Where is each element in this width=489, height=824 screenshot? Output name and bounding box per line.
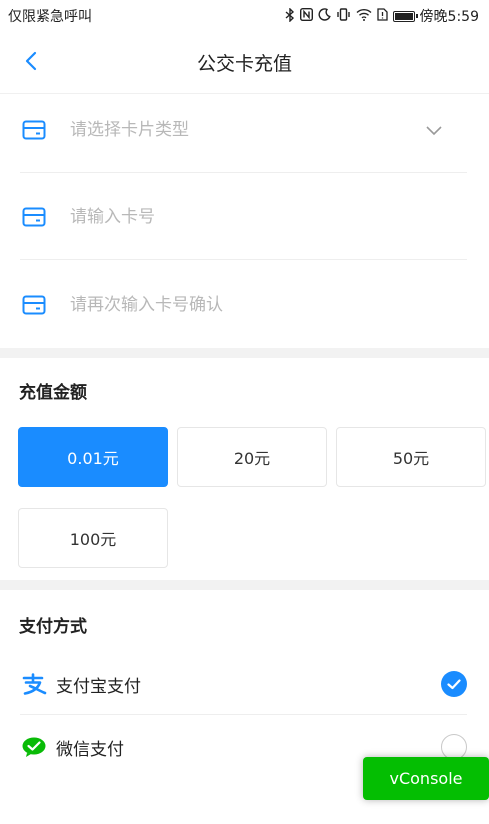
nav-bar: 公交卡充值 (0, 32, 489, 94)
sim-alert-icon (376, 8, 388, 24)
battery-icon (392, 10, 418, 22)
card-icon (21, 119, 47, 141)
payment-option-alipay[interactable]: 支付宝支付 (0, 653, 489, 715)
row-divider (20, 259, 467, 260)
amount-option-20[interactable]: 20元 (177, 427, 327, 487)
card-confirm-input[interactable] (70, 294, 390, 315)
payment-radio-checked[interactable] (441, 671, 467, 697)
alipay-icon (20, 672, 48, 696)
status-time: 傍晚5:59 (419, 9, 479, 25)
section-separator (0, 580, 489, 590)
status-icons: 傍晚5:59 (285, 6, 479, 26)
wifi-icon (356, 8, 372, 24)
card-number-row (0, 173, 489, 260)
do-not-disturb-icon (318, 8, 331, 24)
carrier-text: 仅限紧急呼叫 (8, 9, 92, 25)
amount-option-50[interactable]: 50元 (336, 427, 486, 487)
page-title: 公交卡充值 (196, 53, 292, 75)
card-icon (21, 294, 47, 316)
wechat-icon (20, 735, 48, 759)
chevron-left-icon (25, 51, 37, 75)
card-type-select[interactable] (0, 86, 489, 173)
card-number-input[interactable] (70, 206, 390, 227)
payment-label: 微信支付 (56, 739, 124, 760)
card-icon (21, 206, 47, 228)
chevron-down-icon (423, 120, 445, 142)
back-button[interactable] (18, 50, 44, 76)
section-separator (0, 348, 489, 358)
row-divider (20, 714, 467, 715)
payment-section-title: 支付方式 (19, 617, 87, 637)
bluetooth-icon (285, 6, 295, 25)
payment-label: 支付宝支付 (56, 676, 141, 697)
card-confirm-row (0, 261, 489, 348)
amount-option-0-01[interactable]: 0.01元 (18, 427, 168, 487)
amount-section-title: 充值金额 (19, 383, 87, 403)
status-bar: 仅限紧急呼叫 傍晚5:59 (0, 0, 489, 32)
nfc-icon (299, 7, 313, 24)
card-type-field[interactable] (70, 119, 390, 140)
amount-option-100[interactable]: 100元 (18, 508, 168, 568)
vconsole-button[interactable]: vConsole (363, 757, 489, 800)
vibrate-icon (336, 8, 351, 24)
